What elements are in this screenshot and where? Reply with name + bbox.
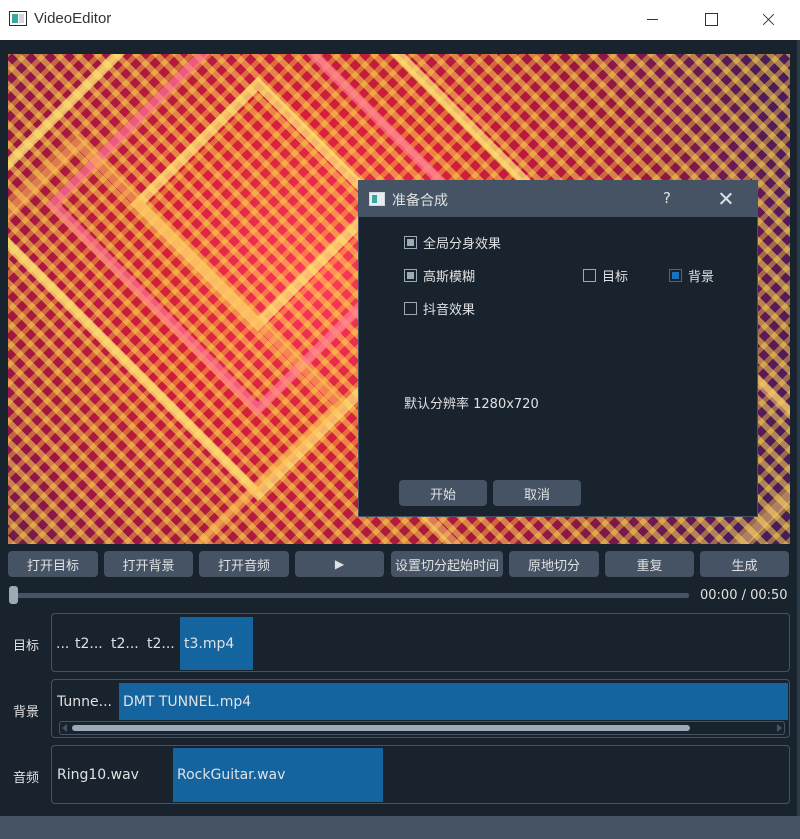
start-button[interactable]: 开始 (399, 480, 487, 506)
checkbox-label: 高斯模糊 (423, 269, 476, 285)
timeline-slider[interactable] (12, 593, 689, 598)
track-label-audio: 音频 (13, 771, 40, 786)
repeat-button[interactable]: 重复 (605, 551, 694, 577)
clip-item[interactable]: Ring10.wav (57, 767, 167, 783)
close-icon[interactable] (746, 0, 792, 40)
checkbox-label: 抖音效果 (423, 302, 476, 318)
checkbox-indicator (583, 268, 596, 282)
open-audio-button[interactable]: 打开音频 (199, 551, 289, 577)
audio-track: Ring10.wav RockGuitar.wav (51, 745, 790, 804)
window-title: VideoEditor (34, 10, 112, 27)
play-button[interactable]: ▶ (295, 551, 384, 577)
clip-item[interactable]: t2... (75, 636, 108, 652)
checkbox-indicator (669, 268, 682, 282)
app-icon (9, 11, 27, 26)
checkbox-label: 背景 (688, 269, 715, 285)
target-track: ... t2... t2... t2... t3.mp4 (51, 613, 790, 672)
dialog-close-icon[interactable] (715, 189, 737, 209)
clip-item-selected[interactable]: t3.mp4 (180, 617, 253, 670)
dialog-title-bar: 准备合成 ? (359, 181, 757, 217)
checkbox-douyin-effect[interactable]: 抖音效果 (404, 299, 476, 318)
cancel-button[interactable]: 取消 (493, 480, 581, 506)
default-resolution-label: 默认分辨率 1280x720 (404, 397, 539, 412)
scroll-thumb[interactable] (72, 725, 690, 731)
clip-item[interactable]: Tunne... (57, 694, 117, 710)
clip-item-selected[interactable]: DMT TUNNEL.mp4 (119, 683, 788, 720)
title-bar: VideoEditor (0, 0, 800, 40)
generate-button[interactable]: 生成 (700, 551, 789, 577)
compose-dialog: 准备合成 ? 全局分身效果 高斯模糊 目标 背景 抖音效果 默认分辨率 1280… (358, 180, 758, 517)
checkbox-label: 目标 (602, 269, 629, 285)
help-icon[interactable]: ? (663, 189, 671, 207)
open-target-button[interactable]: 打开目标 (8, 551, 98, 577)
checkbox-indicator (404, 301, 417, 315)
dialog-app-icon (369, 192, 385, 206)
scroll-right-icon[interactable] (777, 724, 782, 732)
dialog-title: 准备合成 (392, 193, 448, 209)
slider-handle[interactable] (9, 586, 18, 604)
horizontal-scrollbar[interactable] (59, 721, 785, 735)
minimize-icon[interactable] (630, 0, 676, 40)
checkbox-target[interactable]: 目标 (583, 266, 629, 285)
checkbox-indicator (404, 235, 417, 249)
maximize-icon[interactable] (687, 0, 733, 40)
checkbox-background[interactable]: 背景 (669, 266, 715, 285)
time-label: 00:00 / 00:50 (700, 588, 788, 603)
track-label-target: 目标 (13, 639, 40, 654)
play-icon: ▶ (334, 557, 345, 571)
clip-item-selected[interactable]: RockGuitar.wav (173, 748, 383, 802)
open-background-button[interactable]: 打开背景 (104, 551, 193, 577)
checkbox-gaussian-blur[interactable]: 高斯模糊 (404, 266, 476, 285)
scroll-left-icon[interactable] (62, 724, 67, 732)
clip-item[interactable]: ... (56, 636, 72, 652)
checkbox-indicator (404, 268, 417, 282)
checkbox-label: 全局分身效果 (423, 236, 502, 252)
clip-item[interactable]: t2... (111, 636, 144, 652)
track-label-background: 背景 (13, 705, 40, 720)
clip-item[interactable]: t2... (147, 636, 180, 652)
status-bar (0, 816, 800, 839)
checkbox-global-clone[interactable]: 全局分身效果 (404, 233, 502, 252)
split-in-place-button[interactable]: 原地切分 (509, 551, 599, 577)
set-split-start-button[interactable]: 设置切分起始时间 (391, 551, 503, 577)
